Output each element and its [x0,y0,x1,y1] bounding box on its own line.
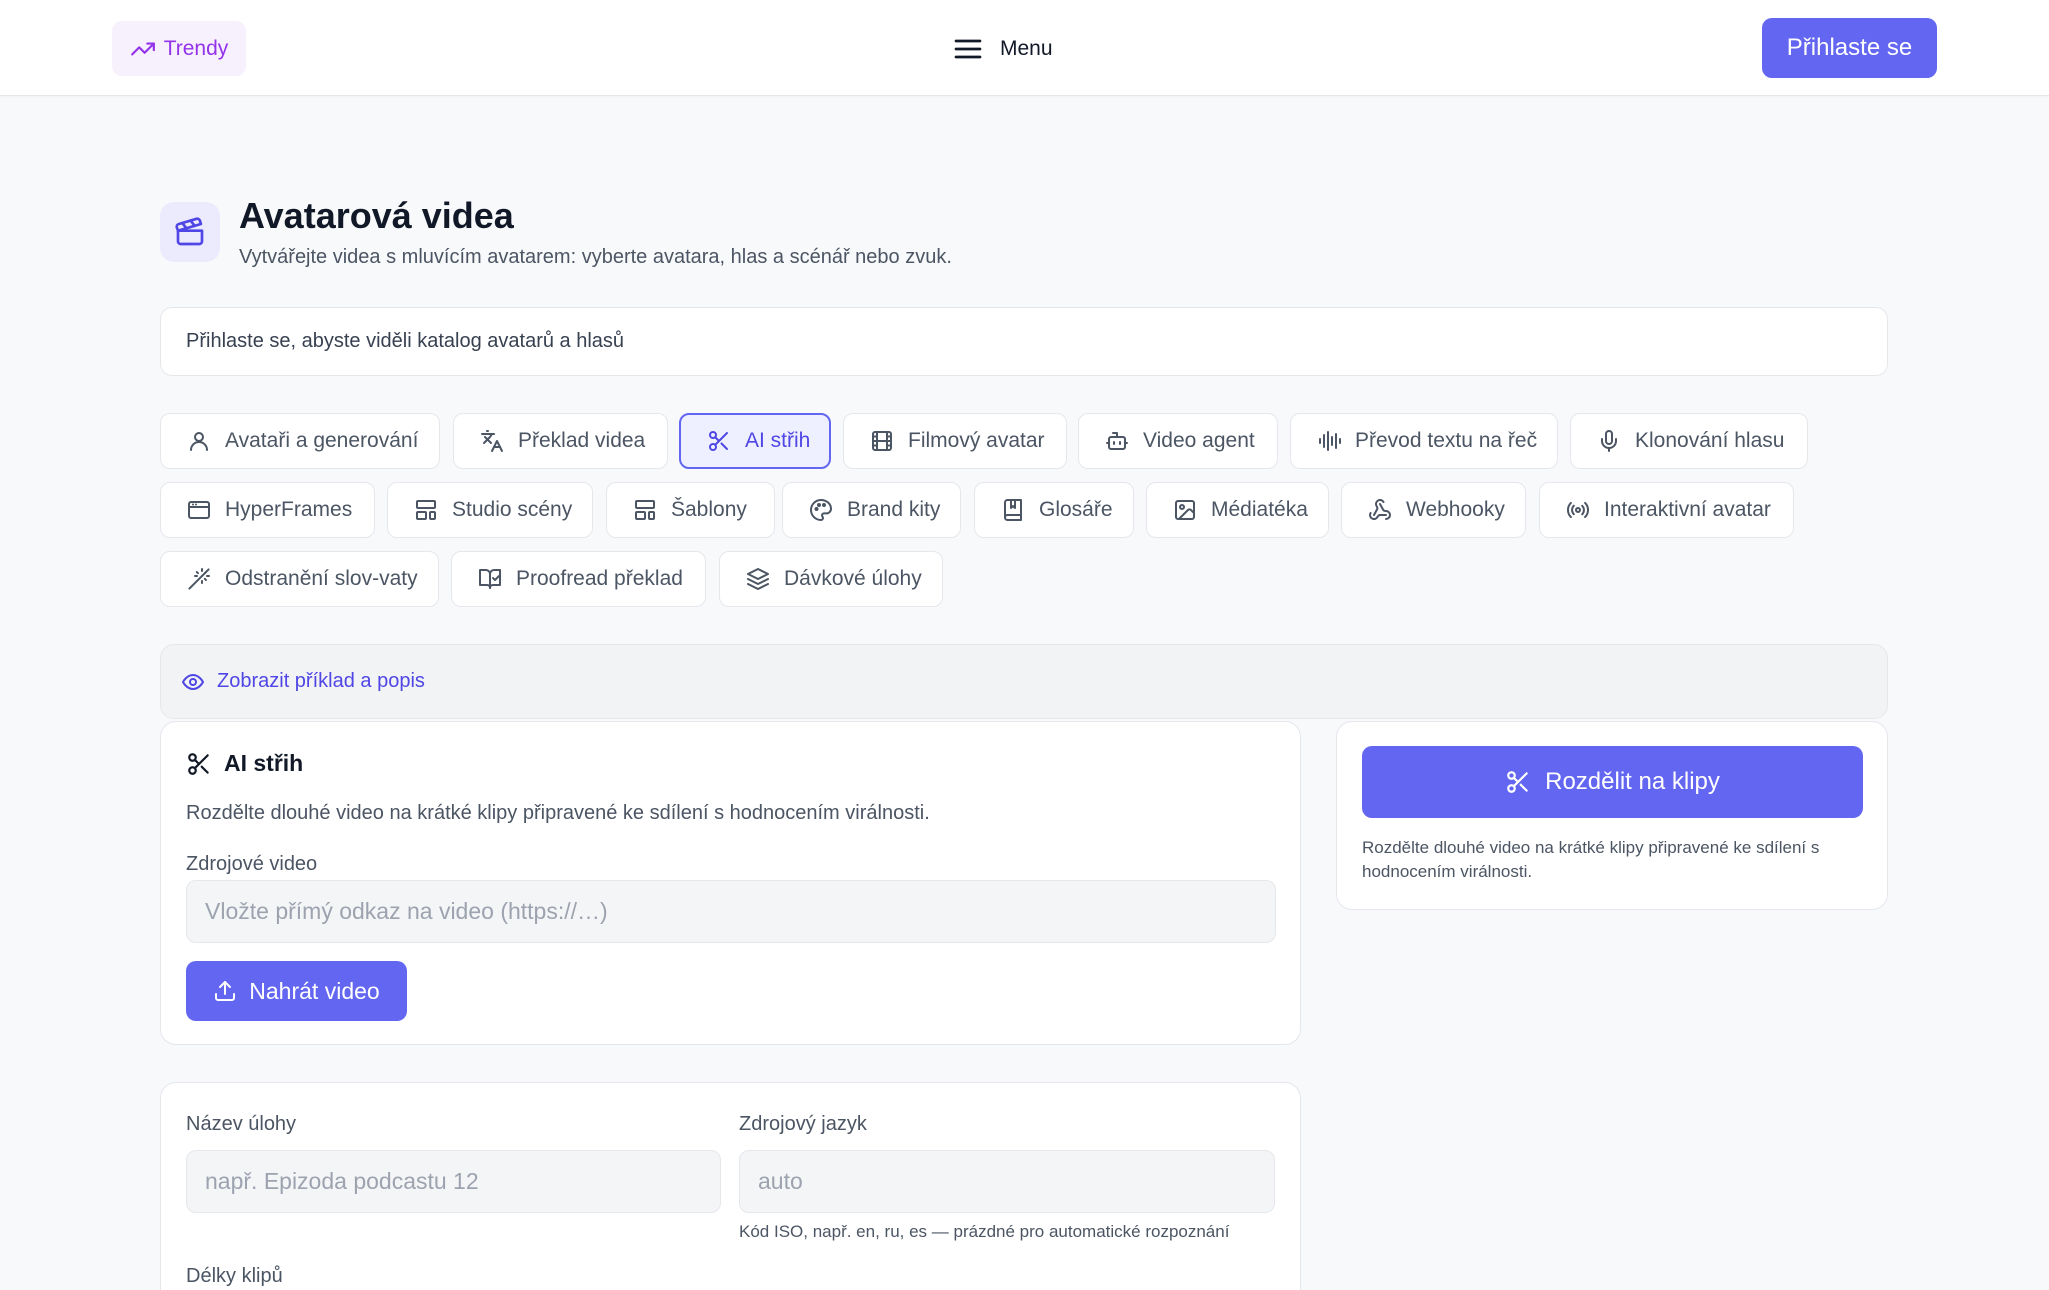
tab-video-agent[interactable]: Video agent [1078,413,1278,469]
layers-icon [746,567,770,591]
card-title-text: AI střih [224,750,304,776]
tab-webhooks[interactable]: Webhooky [1341,482,1526,538]
upload-icon [213,979,237,1003]
browser-window-icon [187,498,211,522]
tab-voice-cloning[interactable]: Klonování hlasu [1570,413,1808,469]
tab-label: AI střih [745,429,811,452]
template-icon [633,498,657,522]
tab-avatars[interactable]: Avataři a generování [160,413,440,469]
tab-label: Převod textu na řeč [1355,429,1538,452]
book-check-icon [478,567,502,591]
top-bar: Trendy Menu Přihlaste se [0,0,2049,96]
clip-lengths-label: Délky klipů [186,1265,283,1287]
scissors-icon [707,429,731,453]
task-settings-card: Název úlohy Zdrojový jazyk Kód ISO, např… [160,1082,1301,1290]
tab-ai-cut[interactable]: AI střih [679,413,831,469]
source-language-hint: Kód ISO, např. en, ru, es — prázdné pro … [739,1222,1230,1241]
tab-label: Proofread překlad [516,567,683,590]
tab-scene-studio[interactable]: Studio scény [387,482,593,538]
task-name-input[interactable] [186,1150,721,1213]
clapperboard-icon [160,202,220,262]
eye-icon [181,670,205,694]
film-icon [870,429,894,453]
ai-cut-card-title: AI střih [186,750,303,777]
tab-brand-kits[interactable]: Brand kity [782,482,961,538]
upload-label: Nahrát video [249,977,380,1004]
broadcast-icon [1566,498,1590,522]
tab-label: Webhooky [1406,498,1505,521]
tab-label: Studio scény [452,498,573,521]
login-notice: Přihlaste se, abyste viděli katalog avat… [160,307,1888,376]
scissors-icon [1505,769,1531,795]
palette-icon [809,498,833,522]
tab-interactive-avatar[interactable]: Interaktivní avatar [1539,482,1794,538]
source-language-input[interactable] [739,1150,1275,1213]
ai-cut-description: Rozdělte dlouhé video na krátké klipy př… [186,802,930,824]
tab-label: Glosáře [1039,498,1113,521]
source-video-label: Zdrojové video [186,853,318,875]
tab-label: Avataři a generování [225,429,419,452]
tab-label: Brand kity [847,498,941,521]
magic-wand-icon [187,567,211,591]
tab-text-to-speech[interactable]: Převod textu na řeč [1290,413,1558,469]
login-button[interactable]: Přihlaste se [1762,18,1937,78]
trending-up-icon [130,36,156,62]
menu-button[interactable]: Menu [952,30,1053,68]
tab-templates[interactable]: Šablony [606,482,775,538]
tab-label: Médiatéka [1211,498,1308,521]
page-subtitle: Vytvářejte videa s mluvícím avatarem: vy… [239,246,952,268]
split-into-clips-button[interactable]: Rozdělit na klipy [1362,746,1863,818]
tab-label: Šablony [671,498,747,521]
tab-label: Překlad videa [518,429,646,452]
split-label: Rozdělit na klipy [1545,768,1720,795]
source-language-label: Zdrojový jazyk [739,1113,867,1135]
tab-film-avatar[interactable]: Filmový avatar [843,413,1067,469]
tab-hyperframes[interactable]: HyperFrames [160,482,375,538]
translate-icon [480,429,504,453]
tab-label: Klonování hlasu [1635,429,1785,452]
tab-label: HyperFrames [225,498,353,521]
tab-label: Odstranění slov-vaty [225,567,418,590]
task-name-label: Název úlohy [186,1113,297,1135]
tab-glossaries[interactable]: Glosáře [974,482,1134,538]
source-video-input[interactable] [186,880,1276,943]
audio-waveform-icon [1317,429,1341,453]
user-icon [187,429,211,453]
split-action-card: Rozdělit na klipy Rozdělte dlouhé video … [1336,721,1888,910]
ai-cut-card: AI střih Rozdělte dlouhé video na krátké… [160,721,1301,1045]
show-example-toggle[interactable]: Zobrazit příklad a popis [160,644,1888,719]
tab-label: Dávkové úlohy [784,567,922,590]
upload-video-button[interactable]: Nahrát video [186,961,407,1021]
page-title: Avatarová videa [239,195,514,236]
trendy-label: Trendy [163,36,229,60]
tab-batch-jobs[interactable]: Dávkové úlohy [719,551,943,607]
tab-video-translation[interactable]: Překlad videa [453,413,668,469]
menu-label: Menu [1000,37,1053,60]
book-bookmark-icon [1001,498,1025,522]
image-icon [1173,498,1197,522]
microphone-icon [1597,429,1621,453]
webhook-icon [1368,498,1392,522]
tab-label: Interaktivní avatar [1604,498,1771,521]
tab-filler-removal[interactable]: Odstranění slov-vaty [160,551,439,607]
split-note: Rozdělte dlouhé video na krátké klipy př… [1362,838,1820,881]
tab-media-library[interactable]: Médiatéka [1146,482,1329,538]
tab-proofread-translation[interactable]: Proofread překlad [451,551,706,607]
scissors-icon [186,751,212,777]
bot-icon [1105,429,1129,453]
layout-icon [414,498,438,522]
tab-label: Filmový avatar [908,429,1045,452]
show-example-label: Zobrazit příklad a popis [217,670,425,692]
trendy-button[interactable]: Trendy [112,21,246,76]
tab-label: Video agent [1143,429,1255,452]
hamburger-icon [952,33,984,65]
